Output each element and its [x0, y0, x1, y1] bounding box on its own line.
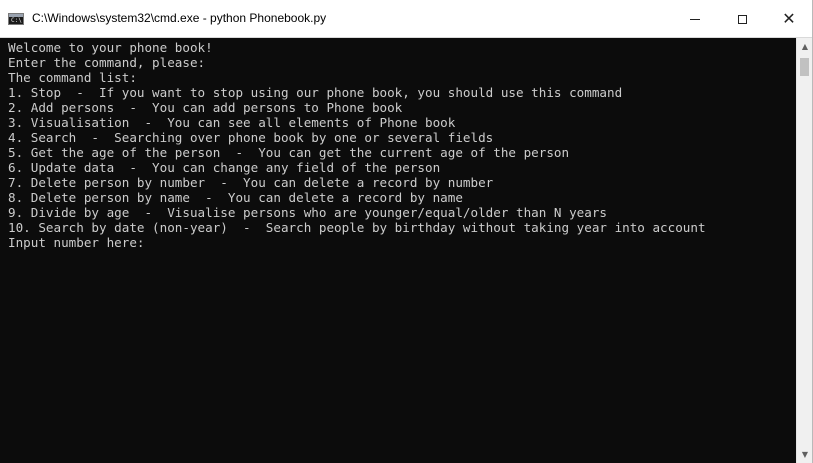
console-line: 9. Divide by age - Visualise persons who…	[8, 205, 607, 220]
cmd-app-icon[interactable]: C:\	[8, 13, 24, 25]
console-input-prompt[interactable]: Input number here:	[8, 235, 152, 250]
console-text: Welcome to your phone book! Enter the co…	[0, 38, 796, 250]
minimize-button[interactable]	[672, 0, 718, 38]
maximize-button[interactable]	[719, 0, 765, 38]
maximize-icon	[737, 14, 747, 24]
console-output[interactable]: Welcome to your phone book! Enter the co…	[0, 38, 796, 463]
console-line: 2. Add persons - You can add persons to …	[8, 100, 403, 115]
window-title: C:\Windows\system32\cmd.exe - python Pho…	[32, 11, 327, 25]
console-line: 8. Delete person by name - You can delet…	[8, 190, 463, 205]
chevron-up-icon: ▲	[801, 42, 809, 51]
console-line: 4. Search - Searching over phone book by…	[8, 130, 494, 145]
console-line: 7. Delete person by number - You can del…	[8, 175, 494, 190]
console-line: 3. Visualisation - You can see all eleme…	[8, 115, 456, 130]
minimize-icon	[690, 18, 700, 20]
console-line: 10. Search by date (non-year) - Search p…	[8, 220, 706, 235]
console-line: Enter the command, please:	[8, 55, 206, 70]
app-icon-text: C:\	[11, 17, 22, 24]
cmd-window: C:\ C:\Windows\system32\cmd.exe - python…	[0, 0, 813, 463]
chevron-down-icon: ▼	[801, 450, 809, 459]
close-icon: ✕	[782, 9, 796, 28]
console-line: 5. Get the age of the person - You can g…	[8, 145, 570, 160]
scroll-up-button[interactable]: ▲	[797, 38, 813, 55]
title-bar[interactable]: C:\ C:\Windows\system32\cmd.exe - python…	[0, 0, 812, 38]
console-line: 1. Stop - If you want to stop using our …	[8, 85, 623, 100]
console-line: 6. Update data - You can change any fiel…	[8, 160, 441, 175]
vertical-scrollbar[interactable]: ▲ ▼	[796, 38, 812, 463]
close-button[interactable]: ✕	[766, 0, 812, 38]
scroll-thumb[interactable]	[800, 58, 809, 76]
console-line: The command list:	[8, 70, 137, 85]
scroll-down-button[interactable]: ▼	[797, 446, 813, 463]
console-line: Welcome to your phone book!	[8, 40, 213, 55]
